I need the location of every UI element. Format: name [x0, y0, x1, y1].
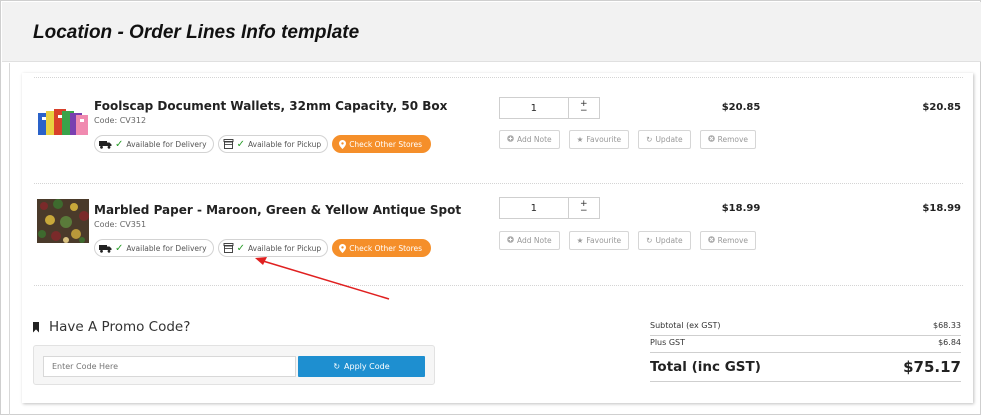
delivery-label: Available for Delivery	[126, 139, 207, 149]
pickup-label: Available for Pickup	[247, 139, 322, 149]
apply-code-label: Apply Code	[344, 362, 390, 371]
truck-icon	[99, 244, 112, 253]
page-title: Location - Order Lines Info template	[33, 22, 360, 43]
total-value: $75.17	[903, 358, 961, 376]
order-line-2: Marbled Paper - Maroon, Green & Yellow A…	[22, 187, 973, 267]
check-icon: ✓	[115, 242, 124, 254]
summary-divider	[650, 381, 961, 382]
pickup-chip[interactable]: ✓ Available for Pickup	[217, 239, 329, 257]
quantity-stepper[interactable]: 1 + −	[499, 97, 600, 119]
check-icon: ✓	[236, 242, 245, 254]
line-actions: Add Note ★ Favourite ↻ Update Remove	[499, 130, 757, 149]
subtotal-value: $68.33	[933, 321, 961, 330]
total-row: Total (inc GST) $75.17	[650, 353, 961, 381]
delivery-chip[interactable]: ✓ Available for Delivery	[94, 239, 214, 257]
favourite-label: Favourite	[586, 135, 622, 144]
subtotal-label: Subtotal (ex GST)	[650, 321, 721, 330]
update-label: Update	[655, 135, 683, 144]
total-label: Total (inc GST)	[650, 359, 761, 375]
cart-panel: Foolscap Document Wallets, 32mm Capacity…	[22, 73, 973, 403]
update-button[interactable]: ↻ Update	[638, 231, 691, 250]
remove-button[interactable]: Remove	[699, 231, 757, 250]
page-frame: Location - Order Lines Info template Foo…	[0, 0, 981, 415]
row-divider	[34, 285, 963, 286]
remove-label: Remove	[717, 236, 749, 245]
remove-circle-icon	[707, 135, 715, 144]
remove-label: Remove	[717, 135, 749, 144]
quantity-value[interactable]: 1	[500, 98, 569, 118]
update-label: Update	[655, 236, 683, 245]
decrement-icon[interactable]: −	[580, 207, 588, 216]
delivery-label: Available for Delivery	[126, 243, 207, 253]
unit-price: $20.85	[721, 102, 761, 113]
map-pin-icon	[339, 139, 347, 149]
promo-code-input[interactable]	[43, 356, 296, 377]
gst-row: Plus GST $6.84	[650, 336, 961, 349]
product-name[interactable]: Marbled Paper - Maroon, Green & Yellow A…	[94, 203, 461, 217]
add-note-button[interactable]: Add Note	[499, 231, 560, 250]
line-total: $18.99	[922, 203, 961, 214]
order-line-1: Foolscap Document Wallets, 32mm Capacity…	[22, 87, 973, 167]
update-button[interactable]: ↻ Update	[638, 130, 691, 149]
unit-price: $18.99	[721, 203, 761, 214]
decrement-icon[interactable]: −	[580, 107, 588, 116]
remove-circle-icon	[707, 236, 715, 245]
row-divider	[34, 183, 963, 184]
product-code: Code: CV312	[94, 116, 147, 125]
product-code: Code: CV351	[94, 220, 147, 229]
line-actions: Add Note ★ Favourite ↻ Update Remove	[499, 231, 757, 250]
order-summary: Subtotal (ex GST) $68.33 Plus GST $6.84 …	[650, 313, 961, 382]
gst-label: Plus GST	[650, 338, 685, 347]
store-icon	[223, 243, 234, 253]
check-other-stores-label: Check Other Stores	[349, 139, 423, 149]
quantity-value[interactable]: 1	[500, 198, 569, 218]
star-icon: ★	[576, 135, 584, 144]
quantity-step-buttons[interactable]: + −	[569, 98, 599, 118]
promo-form: ↻ Apply Code	[33, 345, 435, 385]
favourite-button[interactable]: ★ Favourite	[568, 130, 630, 149]
marbled-paper-image[interactable]	[36, 198, 90, 244]
bookmark-icon	[33, 321, 39, 333]
favourite-button[interactable]: ★ Favourite	[568, 231, 630, 250]
promo-heading: Have A Promo Code?	[33, 319, 190, 335]
refresh-icon: ↻	[333, 362, 341, 371]
delivery-chip[interactable]: ✓ Available for Delivery	[94, 135, 214, 153]
refresh-icon: ↻	[646, 236, 653, 245]
row-divider	[34, 77, 963, 78]
plus-circle-icon	[507, 236, 514, 245]
availability-chips: ✓ Available for Delivery ✓ Available for…	[94, 135, 432, 153]
plus-circle-icon	[507, 135, 514, 144]
star-icon: ★	[576, 236, 584, 245]
check-other-stores-button[interactable]: Check Other Stores	[332, 135, 432, 153]
check-icon: ✓	[236, 138, 245, 150]
subtotal-row: Subtotal (ex GST) $68.33	[650, 319, 961, 332]
store-icon	[223, 139, 234, 149]
gst-value: $6.84	[938, 338, 961, 347]
availability-chips: ✓ Available for Delivery ✓ Available for…	[94, 239, 432, 257]
title-bar: Location - Order Lines Info template	[2, 2, 981, 62]
left-rule	[9, 63, 10, 415]
check-icon: ✓	[115, 138, 124, 150]
pickup-chip[interactable]: ✓ Available for Pickup	[217, 135, 329, 153]
line-total: $20.85	[922, 102, 961, 113]
product-name[interactable]: Foolscap Document Wallets, 32mm Capacity…	[94, 99, 447, 113]
add-note-button[interactable]: Add Note	[499, 130, 560, 149]
pickup-label: Available for Pickup	[247, 243, 322, 253]
add-note-label: Add Note	[517, 135, 552, 144]
remove-button[interactable]: Remove	[699, 130, 757, 149]
truck-icon	[99, 140, 112, 149]
promo-title: Have A Promo Code?	[49, 319, 191, 335]
check-other-stores-label: Check Other Stores	[349, 243, 423, 253]
check-other-stores-button[interactable]: Check Other Stores	[332, 239, 432, 257]
add-note-label: Add Note	[517, 236, 552, 245]
map-pin-icon	[339, 243, 347, 253]
favourite-label: Favourite	[586, 236, 622, 245]
apply-code-button[interactable]: ↻ Apply Code	[298, 356, 425, 377]
quantity-stepper[interactable]: 1 + −	[499, 197, 600, 219]
quantity-step-buttons[interactable]: + −	[569, 198, 599, 218]
document-wallets-image[interactable]	[36, 95, 90, 141]
refresh-icon: ↻	[646, 135, 653, 144]
